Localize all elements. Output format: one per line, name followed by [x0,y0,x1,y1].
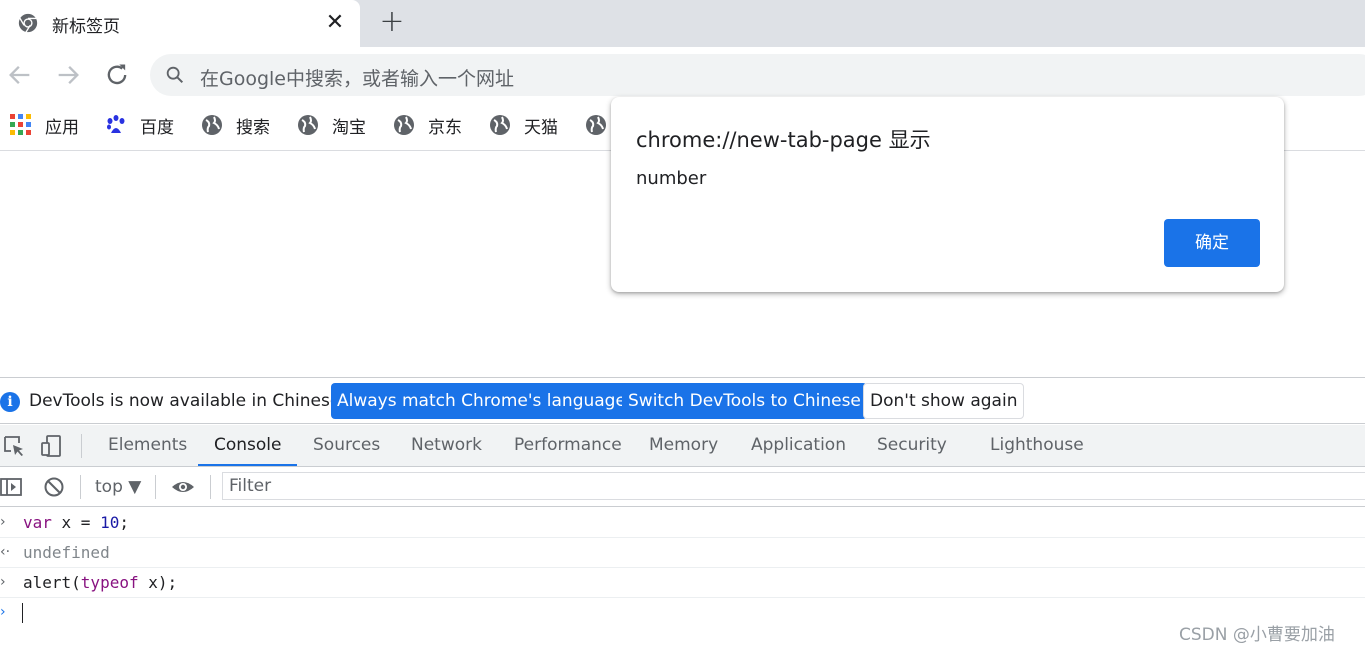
input-chevron-icon: › [0,574,6,590]
toolbar-divider [155,475,156,499]
sidebar-toggle-icon[interactable] [0,475,24,499]
new-tab-button[interactable]: + [378,7,406,37]
toolbar-divider [80,475,81,499]
console-code: var x = 10; [23,513,129,532]
console-prompt-line[interactable]: › [0,598,1365,628]
search-icon [166,66,184,84]
globe-icon [394,115,414,135]
browser-tab[interactable]: 新标签页 ✕ [0,0,360,47]
alert-dialog: chrome://new-tab-page 显示 number 确定 [611,97,1284,292]
output-arrow-icon: ‹· [0,544,11,560]
forward-arrow-icon[interactable] [54,61,82,89]
match-language-button[interactable]: Always match Chrome's language [331,383,632,419]
tab-sources[interactable]: Sources [313,435,380,455]
switch-to-chinese-button[interactable]: Switch DevTools to Chinese [622,383,867,419]
chrome-logo-icon [18,13,38,33]
active-tab-indicator [198,464,297,466]
tab-performance[interactable]: Performance [514,435,622,455]
globe-icon [490,115,510,135]
devtools-tab-bar: Elements Console Sources Network Perform… [0,425,1365,467]
infobar-text: DevTools is now available in Chinese! [29,391,348,411]
browser-toolbar: 在Google中搜索，或者输入一个网址 [0,47,1365,103]
info-icon: i [0,392,20,412]
language-infobar: i DevTools is now available in Chinese! … [0,378,1365,424]
bookmark-label: 淘宝 [332,117,366,138]
prompt-chevron-icon: › [0,604,6,620]
apps-grid-icon [10,114,31,135]
toolbar-divider [81,434,82,458]
bookmark-baidu[interactable]: 百度 [105,111,174,139]
bookmark-apps[interactable]: 应用 [10,111,79,139]
bookmark-label: 天猫 [524,117,558,138]
console-code: alert(typeof x); [23,573,178,592]
dont-show-again-button[interactable]: Don't show again [863,383,1025,419]
dialog-title: chrome://new-tab-page 显示 [636,128,931,152]
console-input-line: › var x = 10; [0,508,1365,538]
bookmark-search[interactable]: 搜索 [201,111,270,139]
input-chevron-icon: › [0,514,6,530]
console-result: undefined [23,543,110,562]
globe-icon [586,115,606,135]
console-output-line: ‹· undefined [0,538,1365,568]
watermark: CSDN @小曹要加油 [1179,625,1335,645]
close-tab-icon[interactable]: ✕ [322,10,348,36]
eye-icon[interactable] [171,475,195,499]
tab-strip: 新标签页 ✕ + [0,0,1365,47]
address-bar-placeholder: 在Google中搜索，或者输入一个网址 [200,68,515,90]
bookmark-label: 搜索 [236,117,270,138]
bookmark-label: 应用 [45,117,79,138]
dialog-message: number [636,168,707,189]
filter-input[interactable]: Filter [222,472,1365,500]
bookmark-label: 百度 [140,117,174,138]
console-toolbar: top ▼ Filter [0,467,1365,507]
tab-application[interactable]: Application [751,435,846,455]
back-arrow-icon[interactable] [6,61,34,89]
reload-icon[interactable] [103,61,131,89]
ok-button[interactable]: 确定 [1164,219,1260,267]
tab-lighthouse[interactable]: Lighthouse [990,435,1084,455]
devtools-panel: i DevTools is now available in Chinese! … [0,377,1365,651]
device-toolbar-icon[interactable] [40,434,64,458]
address-bar[interactable]: 在Google中搜索，或者输入一个网址 [150,54,1365,96]
globe-icon [202,115,222,135]
inspect-element-icon[interactable] [2,434,26,458]
context-selector[interactable]: top ▼ [95,477,141,497]
clear-console-icon[interactable] [42,475,66,499]
tab-console[interactable]: Console [214,435,282,455]
tab-security[interactable]: Security [877,435,947,455]
console-input-line: › alert(typeof x); [0,568,1365,598]
baidu-paw-icon [107,115,125,133]
tab-elements[interactable]: Elements [108,435,187,455]
tab-network[interactable]: Network [411,435,482,455]
toolbar-divider [210,475,211,499]
globe-icon [298,115,318,135]
tab-title: 新标签页 [52,17,120,37]
bookmark-tmall[interactable]: 天猫 [489,111,558,139]
bookmark-taobao[interactable]: 淘宝 [297,111,366,139]
filter-placeholder: Filter [229,476,272,496]
text-caret [22,603,23,623]
tab-memory[interactable]: Memory [649,435,718,455]
bookmark-label: 京东 [428,117,462,138]
bookmark-jd[interactable]: 京东 [393,111,462,139]
